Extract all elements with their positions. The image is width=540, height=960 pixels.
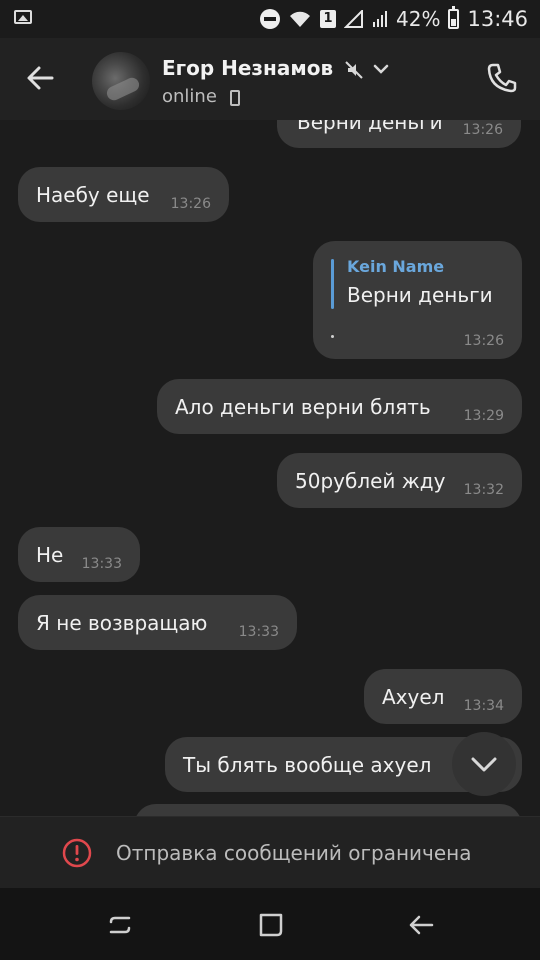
quote-accent-bar <box>331 259 334 309</box>
message-time: 13:34 <box>463 698 504 714</box>
message-bubble-out[interactable]: 50рублей жду 13:32 <box>277 453 522 508</box>
message-bubble-out[interactable]: Ахуел 13:34 <box>364 669 522 724</box>
message-bubble-out[interactable]: Верни деньги 13:26 <box>277 120 521 148</box>
chat-header: Егор Незнамов online <box>0 38 540 120</box>
battery-icon <box>448 6 460 29</box>
system-navigation-bar <box>0 888 540 960</box>
message-time: 13:26 <box>170 196 211 212</box>
message-bubble-in[interactable]: Наебу еще 13:26 <box>18 167 229 222</box>
call-icon[interactable] <box>484 60 520 96</box>
message-text: Верни деньги <box>297 120 443 134</box>
signal-icon <box>344 10 364 28</box>
message-time: 13:26 <box>463 333 504 349</box>
contact-name[interactable]: Егор Незнамов <box>162 56 333 80</box>
scroll-to-bottom-button[interactable] <box>452 732 516 796</box>
avatar[interactable] <box>92 52 150 110</box>
chevron-down-icon[interactable] <box>372 60 390 78</box>
message-text: 50рублей жду <box>295 468 446 493</box>
message-bubble-out[interactable] <box>134 804 522 816</box>
message-text: Не <box>36 542 64 567</box>
warning-icon <box>62 838 92 868</box>
status-indicators: 1 42% 13:46 <box>260 6 528 32</box>
clock: 13:46 <box>467 7 528 31</box>
message-text: Ты блять вообще ахуел <box>183 752 432 777</box>
online-status: online <box>162 86 217 107</box>
gallery-notification-icon <box>14 10 32 24</box>
message-bubble-out-reply[interactable]: Kein Name Верни деньги 13:26 <box>313 241 522 359</box>
restricted-notice-text: Отправка сообщений ограничена <box>116 841 472 865</box>
message-time: 13:33 <box>81 556 122 572</box>
sim-icon: 1 <box>320 10 337 28</box>
message-text: Ахуел <box>382 684 445 709</box>
wifi-icon <box>288 10 312 28</box>
mobile-device-icon <box>230 90 240 106</box>
messaging-restricted-bar: Отправка сообщений ограничена <box>0 816 540 889</box>
message-time: 13:26 <box>462 122 503 138</box>
message-list[interactable]: Верни деньги 13:26 Наебу еще 13:26 Kein … <box>0 120 540 816</box>
status-bar: 1 42% 13:46 <box>0 0 540 38</box>
battery-percent: 42% <box>396 7 441 31</box>
quote-author: Kein Name <box>347 257 445 276</box>
message-text: Ало деньги верни блять <box>175 394 431 419</box>
signal-icon-2 <box>372 10 388 28</box>
home-icon[interactable] <box>256 910 286 940</box>
message-bubble-out[interactable]: Ало деньги верни блять 13:29 <box>157 379 522 434</box>
message-time: 13:33 <box>238 624 279 640</box>
message-time: 13:32 <box>463 482 504 498</box>
message-bubble-in[interactable]: Не 13:33 <box>18 527 140 582</box>
do-not-disturb-icon <box>260 9 281 29</box>
message-bubble-in[interactable]: Я не возвращаю 13:33 <box>18 595 297 650</box>
quote-text: Верни деньги <box>347 283 493 307</box>
message-text: Я не возвращаю <box>36 610 208 635</box>
recent-apps-icon[interactable] <box>105 910 135 940</box>
muted-icon <box>344 60 364 80</box>
message-text <box>331 335 334 338</box>
back-nav-icon[interactable] <box>406 910 436 940</box>
message-time: 13:29 <box>463 408 504 424</box>
message-text: Наебу еще <box>36 182 150 207</box>
back-arrow-icon[interactable] <box>22 60 58 96</box>
